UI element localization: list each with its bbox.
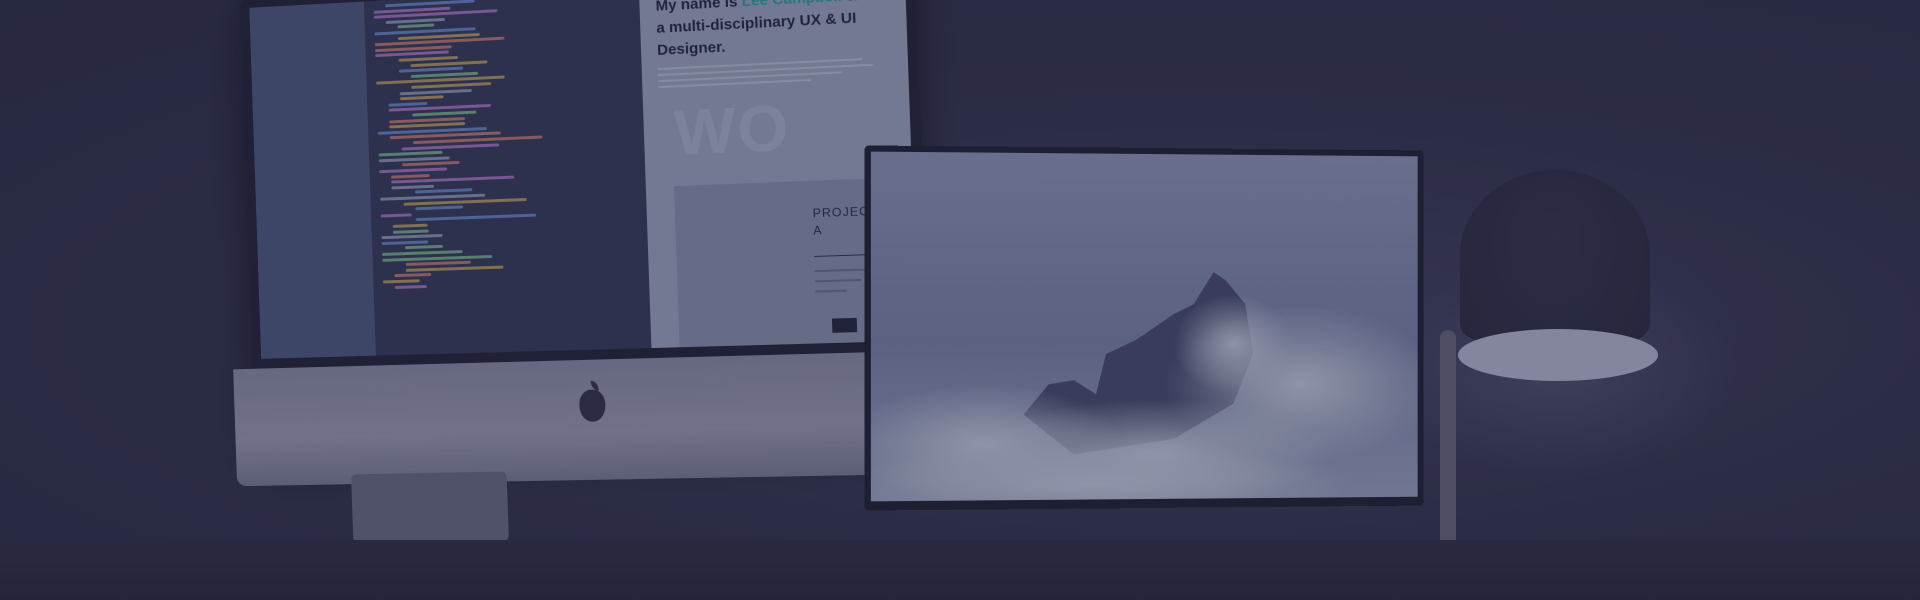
code-line <box>400 95 444 100</box>
lamp-bulb-disc <box>1458 329 1658 381</box>
project-text-line <box>815 268 867 272</box>
code-line <box>410 60 487 67</box>
code-line <box>381 234 442 239</box>
code-line <box>382 255 492 262</box>
code-line <box>381 213 412 217</box>
code-line <box>383 279 419 283</box>
monitor-screen <box>871 152 1418 502</box>
intro-name: Lee Campbell <box>741 0 842 10</box>
code-line <box>395 285 427 289</box>
code-line <box>406 265 504 271</box>
mountain-wallpaper <box>871 152 1418 502</box>
code-line <box>393 224 428 228</box>
code-line <box>412 111 476 117</box>
code-line <box>405 245 443 249</box>
project-button <box>832 318 857 333</box>
project-text-line <box>815 279 862 283</box>
code-line <box>415 189 473 194</box>
code-line <box>391 174 430 179</box>
code-line <box>385 0 474 7</box>
code-line <box>394 273 431 277</box>
code-line <box>406 261 471 266</box>
imac: My name is Lee Campbell & I'm a multi-di… <box>240 0 935 525</box>
secondary-monitor <box>865 145 1424 510</box>
code-line <box>402 143 500 150</box>
lamp-shade <box>1460 170 1650 340</box>
code-line <box>379 167 447 173</box>
intro-prefix: My name is <box>655 0 742 15</box>
code-line <box>400 89 472 95</box>
code-line <box>416 214 536 222</box>
code-line <box>382 240 429 245</box>
cloud <box>1174 294 1293 394</box>
intro-heading: My name is Lee Campbell & I'm a multi-di… <box>655 0 893 62</box>
project-text-line <box>815 290 846 293</box>
imac-stand <box>351 471 509 543</box>
code-line <box>393 229 429 233</box>
code-line <box>382 250 462 256</box>
editor-gutter <box>249 2 376 359</box>
imac-screen: My name is Lee Campbell & I'm a multi-di… <box>249 0 918 359</box>
code-line <box>379 151 443 157</box>
code-area <box>373 0 639 296</box>
ghost-heading: WO <box>673 90 792 170</box>
monitor-frame <box>865 145 1424 510</box>
hero-banner: My name is Lee Campbell & I'm a multi-di… <box>0 0 1920 600</box>
code-line <box>402 161 460 166</box>
desk <box>0 540 1920 600</box>
code-line <box>386 18 446 24</box>
code-line <box>388 102 427 107</box>
code-line <box>391 185 434 190</box>
code-line <box>415 206 462 211</box>
project-divider <box>814 254 871 257</box>
lamp-light <box>1455 322 1661 388</box>
code-line <box>397 24 434 29</box>
code-editor <box>249 0 651 359</box>
code-line <box>411 82 491 89</box>
code-line <box>399 56 458 62</box>
